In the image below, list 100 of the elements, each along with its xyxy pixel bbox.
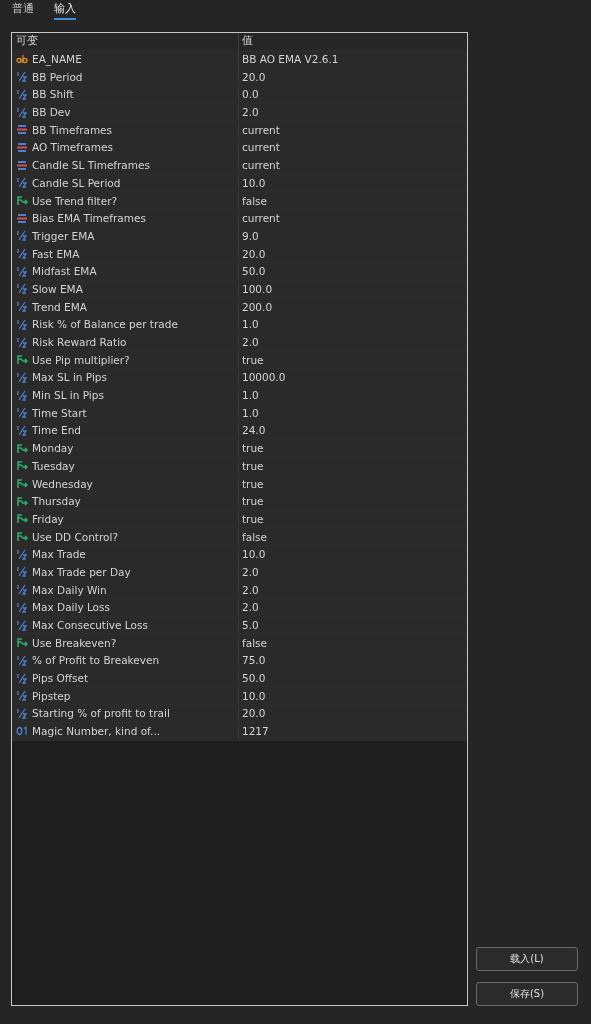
parameter-value[interactable]: 75.0: [239, 652, 467, 669]
parameter-value[interactable]: current: [239, 156, 467, 174]
branch-arrow-icon: [16, 637, 28, 649]
parameter-name: Thursday: [32, 495, 81, 508]
parameter-value[interactable]: 50.0: [239, 262, 467, 280]
branch-arrow-icon: [16, 460, 28, 472]
parameter-name: BB Dev: [32, 106, 71, 119]
parameter-value[interactable]: 2.0: [239, 103, 467, 121]
parameter-name: Bias EMA Timeframes: [32, 212, 146, 225]
fraction-icon: [16, 248, 28, 260]
parameter-value[interactable]: false: [239, 634, 467, 652]
tab[interactable]: 普通: [12, 2, 34, 20]
parameter-value[interactable]: 2.0: [239, 581, 467, 598]
parameter-value[interactable]: false: [239, 192, 467, 209]
parameter-value[interactable]: 10.0: [239, 687, 467, 705]
parameter-value[interactable]: 5.0: [239, 616, 467, 634]
parameter-name: Trend EMA: [32, 300, 87, 313]
parameter-value[interactable]: 1.0: [239, 404, 467, 422]
list-icon: [16, 124, 28, 136]
parameter-value[interactable]: 10.0: [239, 545, 467, 563]
column-header[interactable]: 值: [239, 33, 467, 50]
parameter-value[interactable]: current: [239, 209, 467, 227]
branch-arrow-icon: [16, 478, 28, 490]
parameter-value[interactable]: 9.0: [239, 227, 467, 245]
fraction-icon: [16, 371, 28, 383]
parameter-value[interactable]: true: [239, 510, 467, 528]
parameter-name: Slow EMA: [32, 282, 83, 295]
parameter-name: Tuesday: [32, 459, 75, 472]
parameter-name: BB Period: [32, 70, 83, 83]
tab[interactable]: 输入: [54, 2, 76, 20]
parameter-name: BB Timeframes: [32, 123, 113, 136]
fraction-icon: [16, 88, 28, 100]
load-button[interactable]: 载入(L): [476, 947, 578, 971]
parameter-value[interactable]: 10.0: [239, 174, 467, 192]
parameter-name: Use Pip multiplier?: [32, 353, 130, 366]
parameter-name: Monday: [32, 442, 74, 455]
list-icon: [16, 212, 28, 224]
fraction-icon: [16, 619, 28, 631]
parameter-name: Max Daily Loss: [32, 601, 110, 614]
fraction-icon: [16, 283, 28, 295]
parameter-name: AO Timeframes: [32, 141, 113, 154]
parameter-value[interactable]: 1217: [239, 722, 467, 740]
parameter-value[interactable]: 24.0: [239, 422, 467, 439]
fraction-icon: [16, 106, 28, 118]
parameter-value[interactable]: 0.0: [239, 86, 467, 103]
parameter-value[interactable]: BB AO EMA V2.6.1: [239, 50, 467, 68]
branch-arrow-icon: [16, 531, 28, 543]
parameter-value[interactable]: true: [239, 351, 467, 369]
parameter-name: Time Start: [32, 406, 87, 419]
parameter-value[interactable]: 2.0: [239, 599, 467, 616]
parameter-value[interactable]: 20.0: [239, 245, 467, 262]
fraction-icon: [16, 318, 28, 330]
fraction-icon: [16, 407, 28, 419]
string-type-icon: [16, 54, 28, 65]
parameter-name: Max Trade per Day: [32, 565, 131, 578]
fraction-icon: [16, 301, 28, 313]
parameter-name: Midfast EMA: [32, 265, 97, 278]
parameter-value[interactable]: true: [239, 439, 467, 457]
parameter-name: Max Daily Win: [32, 583, 107, 596]
parameter-value[interactable]: true: [239, 457, 467, 475]
branch-arrow-icon: [16, 442, 28, 454]
parameter-value[interactable]: current: [239, 121, 467, 139]
parameter-value[interactable]: 1.0: [239, 386, 467, 404]
save-button[interactable]: 保存(S): [476, 982, 578, 1006]
column-header[interactable]: 可变: [12, 33, 239, 50]
fraction-icon: [16, 707, 28, 719]
parameter-value[interactable]: 100.0: [239, 280, 467, 298]
fraction-icon: [16, 584, 28, 596]
branch-arrow-icon: [16, 354, 28, 366]
parameter-name: Use DD Control?: [32, 530, 118, 543]
parameter-value[interactable]: 2.0: [239, 333, 467, 351]
parameter-value[interactable]: 2.0: [239, 563, 467, 581]
parameter-value[interactable]: current: [239, 139, 467, 156]
parameter-value[interactable]: false: [239, 528, 467, 545]
parameter-name: Min SL in Pips: [32, 389, 104, 402]
parameter-value[interactable]: true: [239, 475, 467, 492]
parameter-name: Friday: [32, 512, 64, 525]
parameter-value[interactable]: 10000.0: [239, 369, 467, 386]
fraction-icon: [16, 690, 28, 702]
list-icon: [16, 141, 28, 153]
parameter-name: Trigger EMA: [32, 229, 95, 242]
parameter-name: Starting % of profit to trail: [32, 707, 170, 720]
parameter-name: Use Breakeven?: [32, 636, 117, 649]
parameter-value[interactable]: 1.0: [239, 316, 467, 333]
parameter-value[interactable]: 20.0: [239, 705, 467, 722]
parameter-name: Max SL in Pips: [32, 371, 107, 384]
parameter-value[interactable]: 50.0: [239, 669, 467, 687]
parameter-name: Risk Reward Ratio: [32, 336, 127, 349]
parameter-name: Magic Number, kind of...: [32, 725, 161, 738]
parameter-value[interactable]: 200.0: [239, 298, 467, 315]
parameter-name: Wednesday: [32, 477, 93, 490]
parameter-name: Pips Offset: [32, 672, 89, 685]
branch-arrow-icon: [16, 495, 28, 507]
branch-arrow-icon: [16, 513, 28, 525]
parameter-name: Max Trade: [32, 548, 86, 561]
parameter-name: EA_NAME: [32, 53, 82, 66]
parameter-value[interactable]: true: [239, 492, 467, 510]
parameter-value[interactable]: 20.0: [239, 68, 467, 86]
branch-arrow-icon: [16, 195, 28, 207]
fraction-icon: [16, 566, 28, 578]
